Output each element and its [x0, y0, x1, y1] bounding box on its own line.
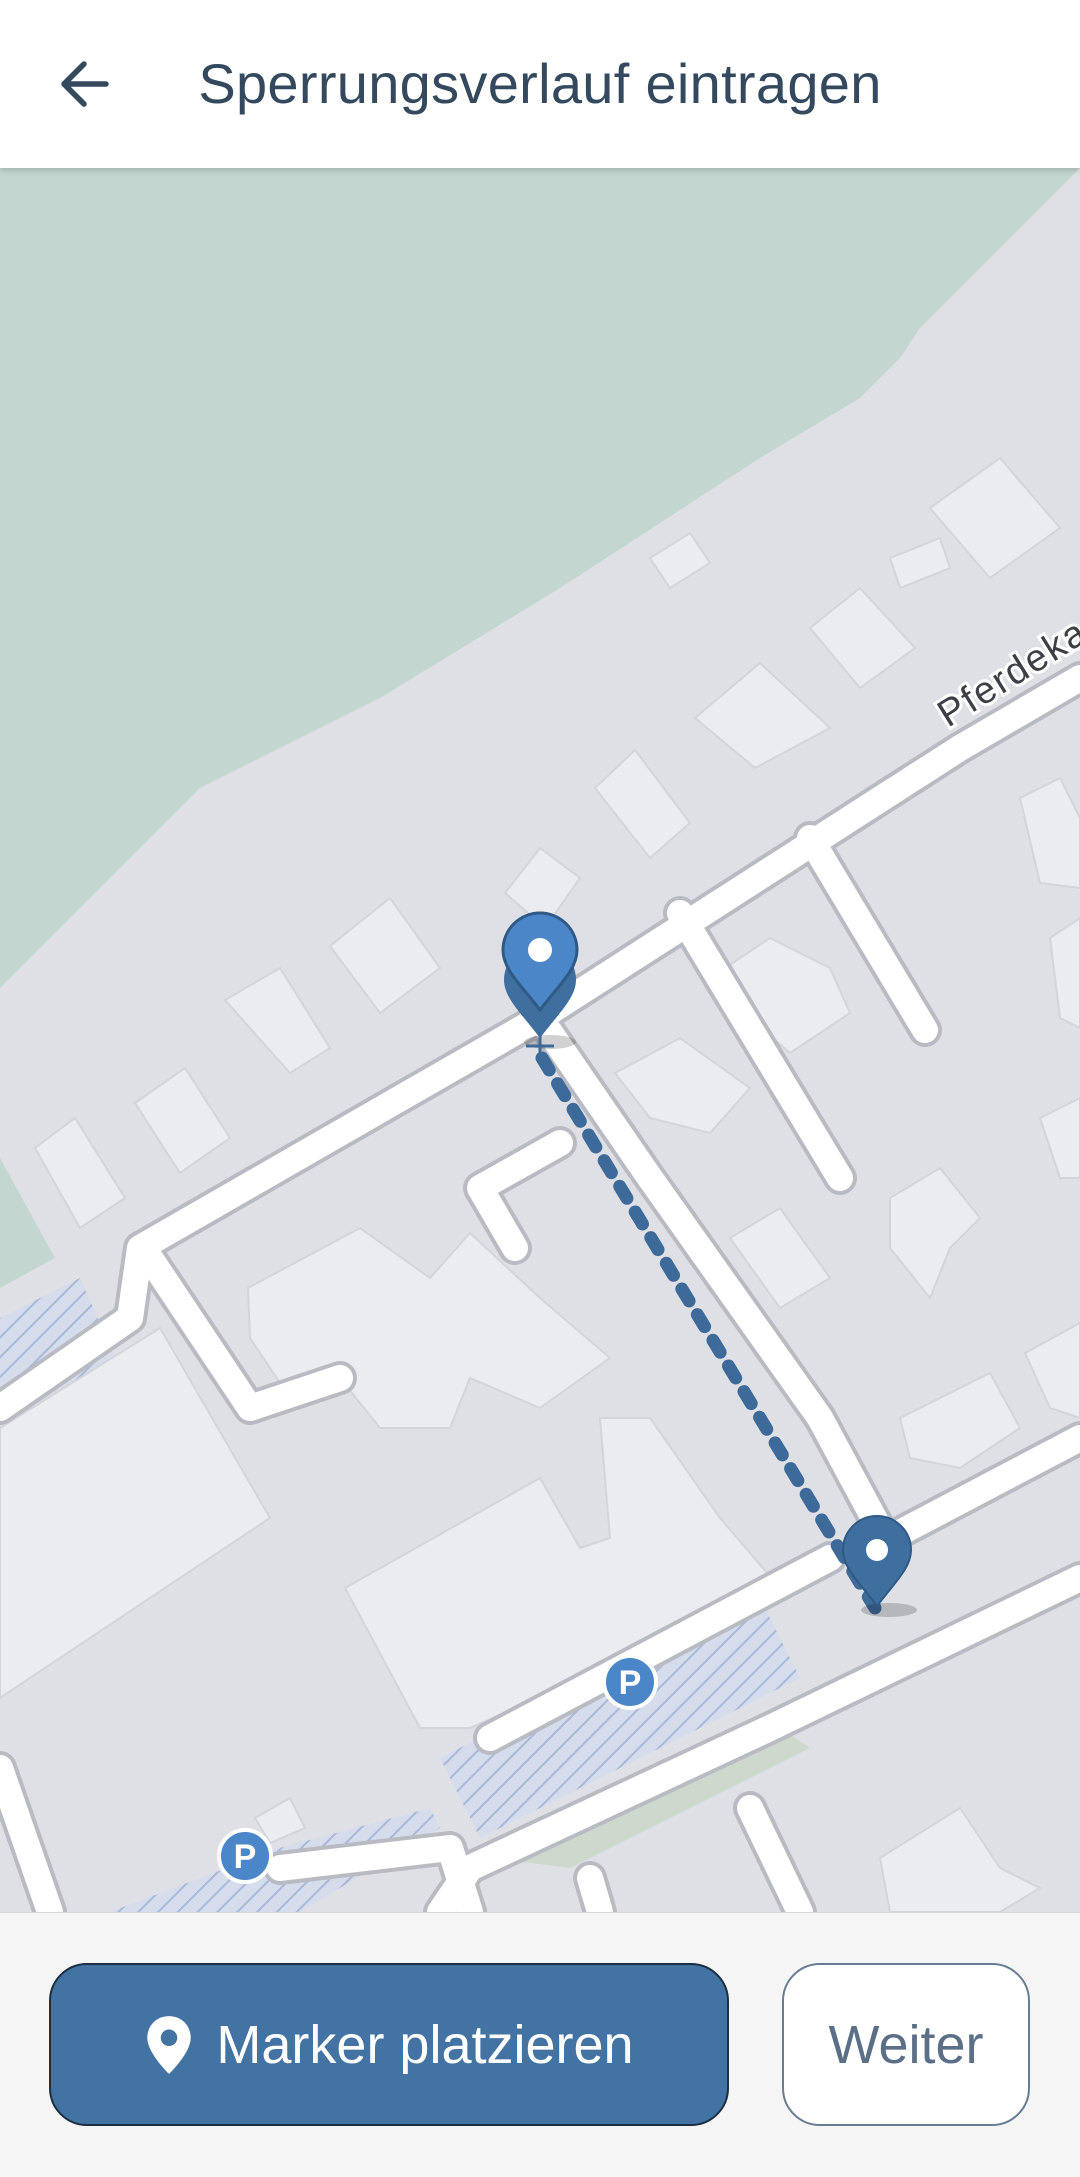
- parking-icon[interactable]: P: [217, 1828, 273, 1884]
- next-button[interactable]: Weiter: [782, 1963, 1030, 2126]
- parking-icon-label: P: [619, 1664, 642, 1702]
- map-view[interactable]: Pferdeka P P: [0, 168, 1080, 1912]
- parking-icon[interactable]: P: [602, 1654, 658, 1710]
- parking-icon-label: P: [234, 1838, 257, 1876]
- park-area-left: [0, 1158, 55, 1288]
- end-marker[interactable]: [841, 1515, 917, 1617]
- location-pin-icon: [147, 2015, 192, 2074]
- next-label: Weiter: [828, 2014, 984, 2075]
- place-marker-label: Marker platzieren: [216, 2014, 634, 2075]
- page-title: Sperrungsverlauf eintragen: [198, 52, 882, 115]
- app-bar: Sperrungsverlauf eintragen: [0, 0, 1080, 168]
- place-marker-button[interactable]: Marker platzieren: [49, 1963, 729, 2126]
- bottom-action-bar: Marker platzieren Weiter: [0, 1912, 1080, 2177]
